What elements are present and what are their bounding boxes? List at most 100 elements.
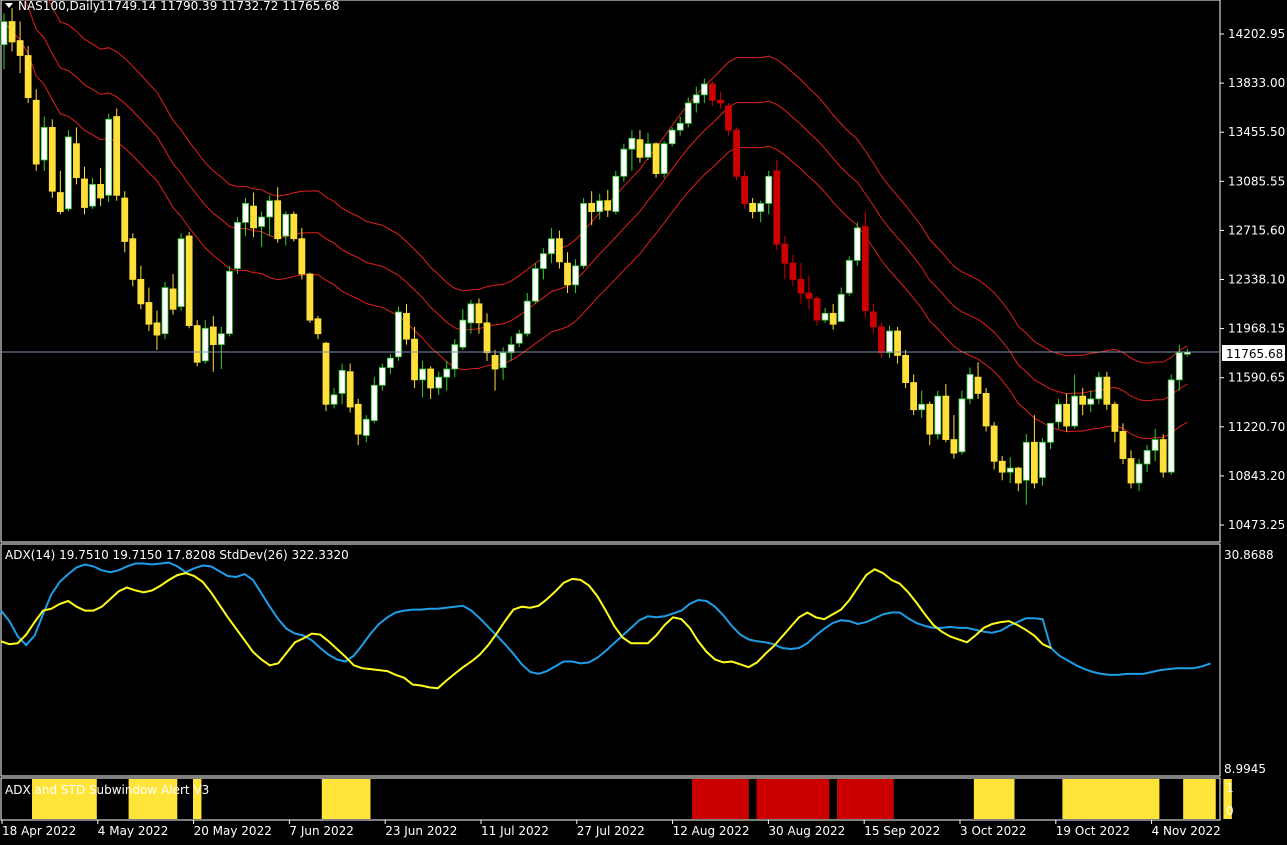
candle-body	[362, 418, 370, 436]
alert-bar	[1142, 779, 1152, 819]
candle-body	[998, 460, 1006, 473]
candle-body	[958, 398, 966, 453]
alert-bar	[56, 779, 65, 819]
alert-bar	[796, 779, 806, 819]
x-tick-label: 11 Jul 2022	[481, 824, 549, 838]
candle-body	[580, 203, 587, 267]
candle-body	[1095, 376, 1103, 400]
candle-body	[837, 293, 845, 322]
alert-bar	[329, 779, 339, 819]
candle-body	[403, 312, 410, 340]
candle-body	[910, 382, 918, 411]
candle-body	[1055, 403, 1062, 423]
candle-body	[692, 94, 700, 104]
adx-layer	[0, 561, 1211, 690]
chart-window: 14202.95 13833.00 13455.50 13085.55 12715.60…	[0, 0, 1287, 841]
candle-body	[354, 403, 362, 435]
candle-body	[845, 260, 853, 294]
candle-body	[1071, 395, 1079, 427]
alert-bar	[772, 779, 782, 819]
alert-bar	[40, 779, 49, 819]
y-tick-label: 13455.50	[1228, 125, 1285, 139]
alert-bar	[885, 779, 894, 819]
alert-bar	[981, 779, 991, 819]
adx-indicator-label: ADX(14) 19.7510 19.7150 17.8208 StdDev(2…	[5, 548, 349, 562]
ohlc-label: 11749.14 11790.39 11732.72 11765.68	[99, 0, 339, 13]
candle-body	[8, 21, 16, 43]
alert-bar	[1191, 779, 1200, 819]
candle-body	[676, 122, 684, 131]
alert-bar	[869, 779, 878, 819]
candle-body	[258, 216, 266, 227]
candle-body	[65, 136, 72, 210]
candle-body	[918, 403, 926, 411]
candle-body	[89, 184, 96, 207]
alert-bar	[989, 779, 999, 819]
candle-body	[539, 253, 547, 269]
candle-body	[145, 302, 153, 325]
alert-y-top-label: 1	[1226, 781, 1234, 795]
candle-body	[974, 376, 982, 394]
alert-bar	[788, 779, 798, 819]
chevron-down-icon[interactable]	[5, 3, 13, 8]
alert-bar	[845, 779, 854, 819]
alert-bar	[1006, 779, 1015, 819]
candle-body	[113, 116, 121, 196]
candle-body	[1127, 458, 1135, 484]
candle-body	[419, 368, 427, 381]
candle-body	[435, 376, 443, 389]
candle-body	[225, 270, 233, 335]
candle-body	[749, 203, 757, 212]
adx-y-top-label: 30.8688	[1224, 548, 1274, 562]
alert-bar	[1150, 779, 1160, 819]
candle-body	[330, 394, 338, 405]
candle-body	[1079, 395, 1087, 405]
y-tick-label: 13833.00	[1228, 76, 1285, 90]
alert-bar	[820, 779, 830, 819]
candle-body	[523, 300, 531, 335]
candle-body	[990, 425, 998, 462]
alert-bar	[780, 779, 790, 819]
y-tick-label: 10843.20	[1228, 469, 1285, 483]
alert-bar	[48, 779, 57, 819]
candle-body	[926, 403, 934, 435]
candle-body	[443, 368, 451, 378]
candle-body	[781, 243, 789, 264]
adx-panel-frame	[0, 543, 1221, 777]
candle-body	[1119, 431, 1127, 459]
alert-bar	[861, 779, 870, 819]
candle-body	[1039, 441, 1046, 478]
candle-body	[395, 311, 402, 358]
y-tick-label: 11968.15	[1228, 322, 1285, 336]
y-tick-label: 11590.65	[1228, 371, 1285, 385]
candle-body	[886, 330, 893, 354]
alert-bar	[337, 779, 347, 819]
chart-svg: 14202.95 13833.00 13455.50 13085.55 12715.60…	[0, 0, 1285, 838]
alert-bar	[1110, 779, 1120, 819]
candle-body	[411, 338, 418, 381]
candle-body	[644, 143, 652, 158]
candle-body	[596, 200, 604, 212]
candle-body	[81, 178, 88, 208]
alert-layer	[32, 779, 1232, 819]
alert-bar	[804, 779, 814, 819]
candle-body	[612, 175, 620, 212]
candle-body	[1143, 450, 1151, 465]
candle-body	[950, 439, 958, 454]
candle-body	[556, 238, 563, 263]
candle-body	[491, 355, 499, 370]
candle-body	[1159, 439, 1167, 473]
candle-body	[370, 384, 378, 421]
y-tick-label: 10473.25	[1228, 518, 1285, 532]
alert-bar	[692, 779, 701, 819]
candle-body	[97, 184, 104, 199]
candle-body	[386, 357, 394, 369]
candle-body	[306, 273, 314, 321]
bands-layer	[3, 0, 1188, 440]
x-tick-label: 27 Jul 2022	[577, 824, 645, 838]
candle-body	[129, 238, 137, 280]
alert-bar	[160, 779, 170, 819]
candle-body	[499, 352, 507, 369]
candle-body	[161, 287, 169, 335]
alert-bar	[732, 779, 741, 819]
